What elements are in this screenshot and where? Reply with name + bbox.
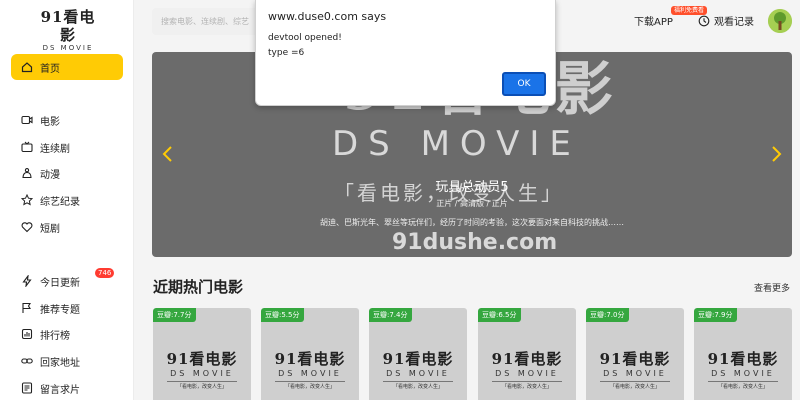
dialog-origin: www.duse0.com says <box>268 10 387 23</box>
ok-button[interactable]: OK <box>502 72 546 96</box>
sidebar-item-home-address[interactable]: 回家地址 <box>21 353 80 369</box>
clock-icon <box>698 15 710 27</box>
message-icon <box>21 382 33 394</box>
sidebar-item-short-drama[interactable]: 短剧 <box>21 219 60 235</box>
movie-card[interactable]: 豆瓣:5.5分 91看电影 DS MOVIE 「看电影，改变人生」 <box>261 308 359 400</box>
card-placeholder-slogan: 「看电影，改变人生」 <box>600 381 670 390</box>
score-badge: 豆瓣:7.7分 <box>153 308 196 322</box>
banner-meta: 正片 / 高清版 / 正片 <box>436 199 508 208</box>
sidebar-item-label: 留言求片 <box>40 384 80 396</box>
sidebar-item-request[interactable]: 留言求片 <box>21 380 80 396</box>
card-placeholder-ds: DS MOVIE <box>170 369 234 378</box>
view-more-link[interactable]: 查看更多 <box>754 281 790 294</box>
link-icon <box>21 355 33 367</box>
movie-card[interactable]: 豆瓣:7.7分 91看电影 DS MOVIE 「看电影，改变人生」 <box>153 308 251 400</box>
score-badge: 豆瓣:7.4分 <box>369 308 412 322</box>
site-logo[interactable]: 91看电影 DS MOVIE <box>36 8 100 53</box>
sidebar-item-tv[interactable]: 连续剧 <box>21 139 70 155</box>
banner-watermark-url: 91dushe.com <box>392 230 558 255</box>
banner-prev-button[interactable] <box>160 144 176 164</box>
variety-icon <box>21 194 33 206</box>
rank-icon <box>21 328 33 340</box>
search-input[interactable]: 搜索电影、连续剧、综艺 <box>152 8 272 35</box>
card-placeholder-slogan: 「看电影，改变人生」 <box>383 381 453 390</box>
card-placeholder-ds: DS MOVIE <box>603 369 667 378</box>
sidebar-item-anime[interactable]: 动漫 <box>21 165 60 181</box>
movie-card[interactable]: 豆瓣:7.4分 91看电影 DS MOVIE 「看电影，改变人生」 <box>369 308 467 400</box>
sidebar-item-label: 推荐专题 <box>40 304 80 316</box>
banner-next-button[interactable] <box>768 144 784 164</box>
film-icon <box>21 114 33 126</box>
tv-icon <box>21 141 33 153</box>
flag-icon <box>21 302 33 314</box>
card-placeholder-logo: 91看电影 <box>599 350 671 368</box>
score-badge: 豆瓣:7.9分 <box>694 308 737 322</box>
home-icon <box>21 61 33 73</box>
card-placeholder-ds: DS MOVIE <box>278 369 342 378</box>
movie-card[interactable]: 豆瓣:6.5分 91看电影 DS MOVIE 「看电影，改变人生」 <box>478 308 576 400</box>
flash-icon <box>21 275 33 287</box>
sidebar-item-label: 动漫 <box>40 169 60 181</box>
sidebar-item-variety[interactable]: 综艺纪录 <box>21 192 80 208</box>
card-placeholder-logo: 91看电影 <box>491 350 563 368</box>
avatar[interactable] <box>768 9 792 33</box>
sidebar-item-home[interactable]: 首页 <box>11 54 123 80</box>
card-placeholder-ds: DS MOVIE <box>386 369 450 378</box>
sidebar-item-topics[interactable]: 推荐专题 <box>21 300 80 316</box>
card-placeholder-slogan: 「看电影，改变人生」 <box>275 381 345 390</box>
sidebar-item-label: 综艺纪录 <box>40 196 80 208</box>
chevron-right-icon <box>772 146 782 162</box>
banner-title[interactable]: 玩具总动员5 <box>152 176 792 195</box>
sidebar-item-label: 短剧 <box>40 223 60 235</box>
card-placeholder-slogan: 「看电影，改变人生」 <box>167 381 237 390</box>
dialog-message-line-2: type =6 <box>268 48 305 58</box>
card-placeholder-ds: DS MOVIE <box>711 369 775 378</box>
anime-icon <box>21 167 33 179</box>
card-placeholder-ds: DS MOVIE <box>495 369 559 378</box>
chevron-left-icon <box>162 146 172 162</box>
logo-subtext: DS MOVIE <box>42 44 94 52</box>
update-count-badge: 746 <box>95 268 115 278</box>
banner-watermark-ds: DS MOVIE <box>332 124 581 164</box>
sidebar-item-today-update[interactable]: 今日更新 <box>21 273 80 289</box>
sidebar-item-movie[interactable]: 电影 <box>21 112 60 128</box>
score-badge: 豆瓣:6.5分 <box>478 308 521 322</box>
card-placeholder-logo: 91看电影 <box>382 350 454 368</box>
score-badge: 豆瓣:7.0分 <box>586 308 629 322</box>
movie-card[interactable]: 豆瓣:7.0分 91看电影 DS MOVIE 「看电影，改变人生」 <box>586 308 684 400</box>
sidebar-item-label: 回家地址 <box>40 357 80 369</box>
sidebar-item-label: 连续剧 <box>40 143 70 155</box>
heart-icon <box>21 221 33 233</box>
banner-description: 胡迪、巴斯光年、翠丝等玩伴们，经历了时间的考验，这次要面对来自科技的挑战…… <box>320 218 624 227</box>
logo-text: 91看电影 <box>40 8 96 44</box>
sidebar-item-ranking[interactable]: 排行榜 <box>21 326 70 342</box>
sidebar-item-label: 电影 <box>40 116 60 128</box>
download-app-label: 下载APP <box>634 17 673 28</box>
section-title: 近期热门电影 <box>153 278 244 296</box>
alert-dialog: www.duse0.com says devtool opened! type … <box>255 0 556 106</box>
card-placeholder-logo: 91看电影 <box>707 350 779 368</box>
card-placeholder-slogan: 「看电影，改变人生」 <box>492 381 562 390</box>
dialog-message-line-1: devtool opened! <box>268 33 342 43</box>
sidebar-item-label: 今日更新 <box>40 277 80 289</box>
watch-history-link[interactable]: 观看记录 <box>698 13 754 28</box>
sidebar: 91看电影 DS MOVIE 首页 电影 连续剧 动漫 综艺纪录 短剧 今日更新… <box>0 0 134 400</box>
score-badge: 豆瓣:5.5分 <box>261 308 304 322</box>
tree-avatar-icon <box>768 9 792 33</box>
card-placeholder-slogan: 「看电影，改变人生」 <box>708 381 778 390</box>
movie-card[interactable]: 豆瓣:7.9分 91看电影 DS MOVIE 「看电影，改变人生」 <box>694 308 792 400</box>
sidebar-item-label: 排行榜 <box>40 330 70 342</box>
sidebar-item-label: 首页 <box>40 63 60 75</box>
card-placeholder-logo: 91看电影 <box>274 350 346 368</box>
download-app-link[interactable]: 下载APP <box>634 13 673 28</box>
card-placeholder-logo: 91看电影 <box>166 350 238 368</box>
watch-history-label: 观看记录 <box>714 17 754 28</box>
